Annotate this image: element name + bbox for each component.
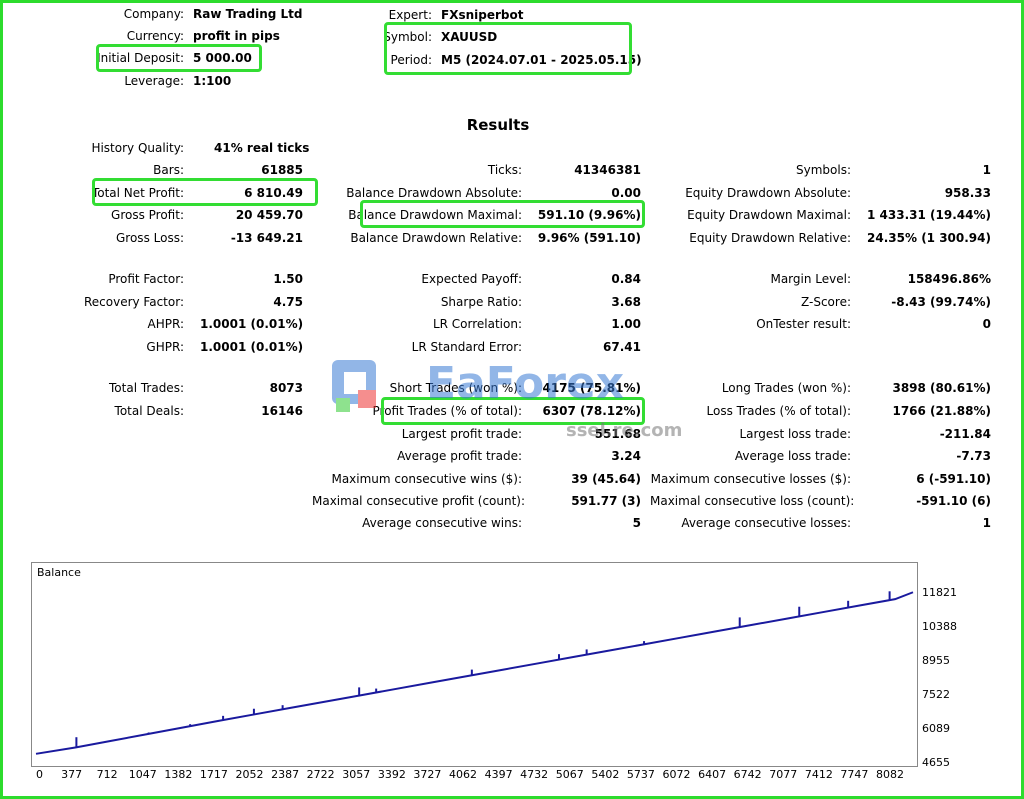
x-tick-label: 6407 xyxy=(698,768,726,781)
x-tick-label: 4732 xyxy=(520,768,548,781)
y-tick-label: 6089 xyxy=(922,722,950,735)
y-tick-label: 4655 xyxy=(922,756,950,769)
x-tick-label: 5402 xyxy=(591,768,619,781)
balance-chart: 0 377 712 1047 1382 1717 2052 2387 2722 3057 3392 3… xyxy=(35,586,957,781)
x-tick-label: 5067 xyxy=(556,768,584,781)
x-tick-label: 5737 xyxy=(627,768,655,781)
x-tick-label: 6742 xyxy=(734,768,762,781)
x-tick-label: 2387 xyxy=(271,768,299,781)
y-tick-label: 7522 xyxy=(922,688,950,701)
y-tick-label: 8955 xyxy=(922,654,950,667)
x-tick-label: 1717 xyxy=(200,768,228,781)
x-tick-label: 3727 xyxy=(413,768,441,781)
x-tick-label: 7412 xyxy=(805,768,833,781)
balance-line xyxy=(35,591,914,755)
x-tick-label: 4397 xyxy=(485,768,513,781)
x-tick-label: 377 xyxy=(61,768,82,781)
x-tick-label: 7747 xyxy=(840,768,868,781)
x-tick-label: 712 xyxy=(97,768,118,781)
x-tick-label: 7077 xyxy=(769,768,797,781)
x-tick-label: 0 xyxy=(36,768,43,781)
x-tick-label: 2722 xyxy=(307,768,335,781)
x-tick-label: 1047 xyxy=(129,768,157,781)
x-tick-label: 1382 xyxy=(164,768,192,781)
y-tick-label: 10388 xyxy=(922,620,957,633)
x-tick-label: 3057 xyxy=(342,768,370,781)
x-tick-label: 3392 xyxy=(378,768,406,781)
x-tick-label: 2052 xyxy=(236,768,264,781)
y-tick-label: 11821 xyxy=(922,586,957,599)
x-tick-label: 6072 xyxy=(663,768,691,781)
x-tick-label: 4062 xyxy=(449,768,477,781)
x-tick-label: 8082 xyxy=(876,768,904,781)
